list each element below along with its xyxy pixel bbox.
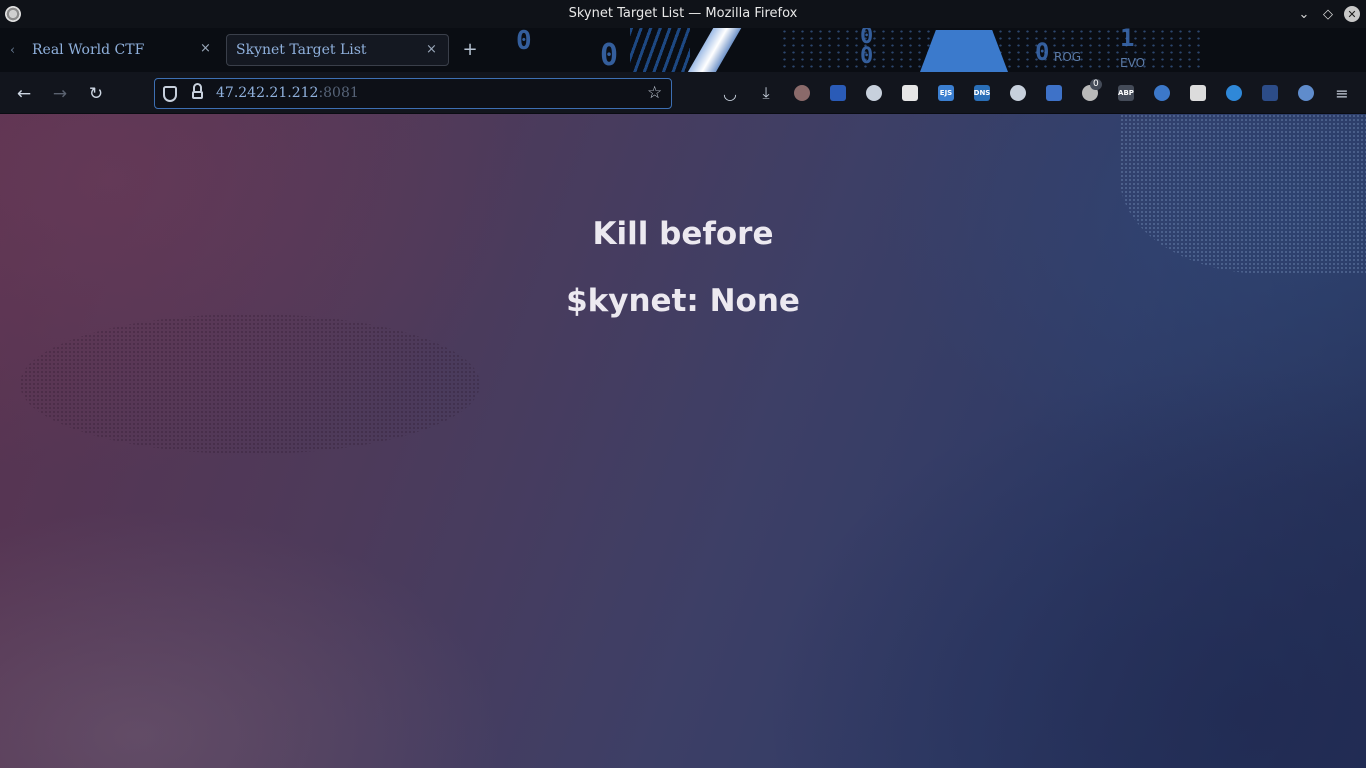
- menu-icon[interactable]: ≡: [1333, 83, 1351, 103]
- clipboard-icon[interactable]: [1045, 84, 1063, 102]
- ejs-icon-glyph: EJS: [938, 85, 954, 101]
- ejs-icon[interactable]: EJS: [937, 84, 955, 102]
- tampermonkey-icon-glyph: [794, 85, 810, 101]
- menu-icon-glyph: ≡: [1335, 83, 1349, 103]
- shield-extension-icon[interactable]: [829, 84, 847, 102]
- agent-icon-glyph: [866, 85, 882, 101]
- clipboard-icon-glyph: [1046, 85, 1062, 101]
- extension-badge-count: 0: [1090, 79, 1102, 90]
- pocket-icon-glyph: ◡: [723, 83, 737, 103]
- tab-label: Real World CTF: [32, 42, 145, 58]
- close-icon: ✕: [1344, 6, 1360, 22]
- translate-icon-glyph: [1154, 85, 1170, 101]
- url-host: 47.242.21.212: [216, 85, 319, 101]
- tab-label: Skynet Target List: [236, 42, 367, 58]
- back-button[interactable]: ←: [13, 83, 35, 105]
- pocket-icon[interactable]: ◡: [721, 83, 739, 103]
- downloads-icon[interactable]: ⤓: [757, 83, 775, 102]
- notes-icon-glyph: [902, 85, 918, 101]
- close-tab-icon[interactable]: ×: [426, 42, 437, 57]
- tracking-protection-icon[interactable]: [163, 86, 177, 102]
- translate-icon[interactable]: [1153, 84, 1171, 102]
- forward-button[interactable]: →: [49, 83, 71, 105]
- chevron-left-icon[interactable]: ‹: [10, 43, 24, 58]
- theme-streak: [630, 28, 690, 72]
- mask-icon-glyph: [1190, 85, 1206, 101]
- downloads-icon-glyph: ⤓: [762, 83, 770, 102]
- theme-digit: 0: [600, 38, 619, 72]
- navigation-toolbar: ← → ↻ 47.242.21.212:8081 ☆ ◡ ⤓ EJS DNS ABP ≡: [0, 72, 1366, 114]
- tab-real-world-ctf[interactable]: ‹ Real World CTF ×: [0, 34, 220, 66]
- tab-skynet-target-list[interactable]: Skynet Target List ×: [226, 34, 449, 66]
- theme-label: EVO: [1120, 56, 1146, 70]
- mask-icon[interactable]: [1189, 84, 1207, 102]
- tampermonkey-icon[interactable]: [793, 84, 811, 102]
- bookmark-star-icon[interactable]: ☆: [647, 83, 662, 103]
- close-window-button[interactable]: ✕: [1342, 4, 1362, 24]
- maximize-icon[interactable]: ◇: [1318, 4, 1338, 24]
- url-port: :8081: [318, 85, 359, 101]
- refresh-extension-icon-glyph: [1226, 85, 1242, 101]
- dns-icon[interactable]: DNS: [973, 84, 991, 102]
- dns-icon-glyph: DNS: [974, 85, 990, 101]
- minimize-icon[interactable]: ⌄: [1294, 4, 1314, 24]
- theme-background-art: 0 0 0 0 0 ROG 1 EVO: [470, 28, 1230, 72]
- theme-digit: 0: [860, 44, 874, 69]
- diamond-extension-icon-glyph: [1262, 85, 1278, 101]
- abp-icon[interactable]: ABP: [1117, 84, 1135, 102]
- diamond-extension-icon[interactable]: [1261, 84, 1279, 102]
- theme-digit: 0: [1035, 38, 1050, 66]
- shield-extension-icon-glyph: [830, 85, 846, 101]
- site-info-lock-icon[interactable]: [192, 83, 203, 100]
- tab-strip: 0 0 0 0 0 ROG 1 EVO ‹ Real World CTF × S…: [0, 28, 1366, 72]
- abp-icon-glyph: ABP: [1118, 85, 1134, 101]
- notes-icon[interactable]: [901, 84, 919, 102]
- theme-digit: 1: [1120, 28, 1135, 52]
- refresh-extension-icon[interactable]: [1225, 84, 1243, 102]
- page-heading-skynet-status: $kynet: None: [566, 283, 800, 319]
- globe-extension-icon[interactable]: [1297, 84, 1315, 102]
- page-viewport: Kill before $kynet: None: [0, 114, 1366, 768]
- reload-button[interactable]: ↻: [85, 83, 107, 105]
- window-titlebar: Skynet Target List — Mozilla Firefox ⌄ ◇…: [0, 0, 1366, 28]
- window-title: Skynet Target List — Mozilla Firefox: [568, 6, 798, 21]
- background-texture: [20, 314, 480, 454]
- circle-extension-icon-glyph: [1010, 85, 1026, 101]
- page-heading-kill-before: Kill before: [592, 216, 774, 252]
- url-text[interactable]: 47.242.21.212:8081: [216, 85, 359, 101]
- theme-digit: 0: [516, 28, 532, 56]
- agent-icon[interactable]: [865, 84, 883, 102]
- theme-blade: [686, 28, 742, 72]
- address-bar[interactable]: 47.242.21.212:8081 ☆: [154, 78, 672, 109]
- close-tab-icon[interactable]: ×: [200, 41, 211, 56]
- circle-extension-icon[interactable]: [1009, 84, 1027, 102]
- new-tab-button[interactable]: +: [460, 40, 480, 60]
- theme-label: ROG: [1054, 50, 1082, 64]
- globe-extension-icon-glyph: [1298, 85, 1314, 101]
